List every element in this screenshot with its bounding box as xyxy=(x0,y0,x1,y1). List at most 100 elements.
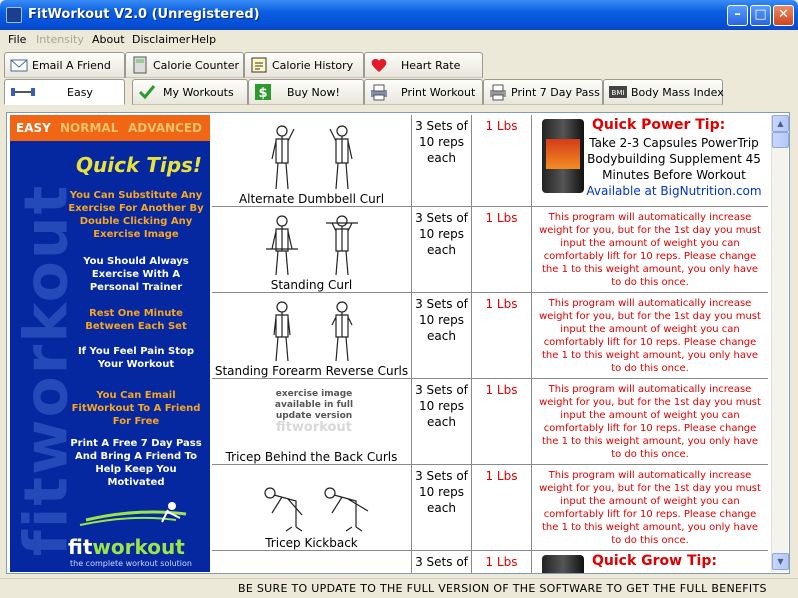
power-tip-promo[interactable]: Quick Power Tip: Take 2-3 Capsules Power… xyxy=(532,115,768,206)
exercise-name: Tricep Kickback xyxy=(265,536,358,550)
level-advanced[interactable]: ADVANCED xyxy=(128,121,202,135)
weight-value[interactable]: 1 Lbs xyxy=(472,551,532,573)
tab-calorie-counter[interactable]: Calorie Counter xyxy=(125,52,244,78)
promo-title: Quick Grow Tip: xyxy=(592,553,717,569)
supplement-bottle-image xyxy=(542,555,584,573)
tips-sidebar: EASY NORMAL ADVANCED fitworkout Quick Ti… xyxy=(10,115,210,572)
exercise-image[interactable] xyxy=(242,121,382,191)
status-message: BE SURE TO UPDATE TO THE FULL VERSION OF… xyxy=(238,582,767,595)
tip-rest: Rest One Minute Between Each Set xyxy=(85,308,187,332)
weight-note-cell: This program will automatically increase… xyxy=(532,207,768,292)
weight-note-cell: This program will automatically increase… xyxy=(532,465,768,550)
exercise-image[interactable] xyxy=(242,471,382,533)
envelope-icon xyxy=(10,59,28,72)
exercise-cell[interactable]: Standing Forearm Reverse Curls xyxy=(212,293,412,378)
fitworkout-logo: fitworkout xyxy=(68,535,185,559)
exercise-cell[interactable]: Tricep Kickback xyxy=(212,465,412,550)
tab-label: Body Mass Index xyxy=(631,86,724,99)
grow-tip-promo[interactable]: Quick Grow Tip: xyxy=(532,551,768,573)
promo-title: Quick Power Tip: xyxy=(592,117,726,133)
tab-label: Easy xyxy=(67,86,93,99)
tip-substitute: You Can Substitute Any Exercise For Anot… xyxy=(68,190,204,240)
heart-icon xyxy=(371,58,387,72)
status-bar: BE SURE TO UPDATE TO THE FULL VERSION OF… xyxy=(0,578,798,598)
tip-pain: If You Feel Pain Stop Your Workout xyxy=(77,346,195,370)
tab-my-workouts[interactable]: My Workouts xyxy=(132,79,248,105)
dumbbell-icon xyxy=(11,88,35,96)
scroll-down-button[interactable]: ▼ xyxy=(772,553,789,570)
promo-link[interactable]: Available at BigNutrition.com xyxy=(586,184,761,198)
logo-workout: workout xyxy=(92,535,185,559)
tab-label: Heart Rate xyxy=(401,59,461,72)
window-title: FitWorkout V2.0 (Unregistered) xyxy=(28,7,260,22)
level-easy[interactable]: EASY xyxy=(16,121,51,135)
tab-label: Print Workout xyxy=(401,86,476,99)
maximize-button[interactable]: □ xyxy=(750,5,771,26)
exercise-cell[interactable]: exercise image available in full update … xyxy=(212,379,412,464)
tab-print-7-day-pass[interactable]: Print 7 Day Pass xyxy=(483,79,603,105)
weight-value[interactable]: 1 Lbs xyxy=(472,465,532,550)
tip-email: You Can Email FitWorkout To A Friend For… xyxy=(71,390,201,427)
menu-about[interactable]: About xyxy=(92,33,125,46)
tips-title: Quick Tips! xyxy=(76,153,203,177)
exercise-image[interactable] xyxy=(242,213,382,275)
vertical-scrollbar[interactable]: ▲ ▼ xyxy=(771,115,789,572)
app-icon xyxy=(6,7,22,23)
menu-intensity[interactable]: Intensity xyxy=(36,33,84,46)
tab-easy[interactable]: Easy xyxy=(4,79,125,105)
exercise-image[interactable] xyxy=(242,299,382,361)
tab-label: Buy Now! xyxy=(287,86,340,99)
logo-tagline: the complete workout solution xyxy=(70,559,192,568)
printer-pass-icon xyxy=(490,84,506,101)
level-normal[interactable]: NORMAL xyxy=(60,121,118,135)
workout-panel: EASY NORMAL ADVANCED fitworkout Quick Ti… xyxy=(6,112,790,574)
weight-note: This program will automatically increase… xyxy=(539,384,761,460)
exercise-name: Tricep Behind the Back Curls xyxy=(225,450,398,464)
tip-trainer: You Should Always Exercise With A Person… xyxy=(83,256,189,293)
tab-buy-now[interactable]: $ Buy Now! xyxy=(248,79,364,105)
tab-body-mass-index[interactable]: BMI Body Mass Index xyxy=(603,79,724,105)
weight-note: This program will automatically increase… xyxy=(539,298,761,374)
exercise-cell[interactable] xyxy=(212,551,412,573)
tab-label: My Workouts xyxy=(163,86,234,99)
printer-icon xyxy=(371,84,387,101)
weight-note-cell: This program will automatically increase… xyxy=(532,379,768,464)
intensity-levels: EASY NORMAL ADVANCED xyxy=(10,115,210,141)
menu-disclaimer[interactable]: Disclaimer xyxy=(132,33,190,46)
weight-value[interactable]: 1 Lbs xyxy=(472,379,532,464)
exercise-cell[interactable]: Alternate Dumbbell Curl xyxy=(212,115,412,206)
promo-text: Take 2-3 Capsules PowerTrip Bodybuilding… xyxy=(587,136,761,182)
table-row: 3 Sets of 1 Lbs Quick Grow Tip: xyxy=(212,551,768,573)
weight-value[interactable]: 1 Lbs xyxy=(472,293,532,378)
table-row: exercise image available in full update … xyxy=(212,379,768,465)
supplement-bottle-image xyxy=(542,119,584,193)
scroll-thumb[interactable] xyxy=(772,132,789,148)
table-row: Standing Forearm Reverse Curls 3 Sets of… xyxy=(212,293,768,379)
placeholder-text: exercise image available in full update … xyxy=(274,389,354,421)
tab-heart-rate[interactable]: Heart Rate xyxy=(364,52,483,78)
tab-calorie-history[interactable]: Calorie History xyxy=(244,52,364,78)
exercise-cell[interactable]: Standing Curl xyxy=(212,207,412,292)
promo-body: Take 2-3 Capsules PowerTrip Bodybuilding… xyxy=(582,135,766,199)
weight-value[interactable]: 1 Lbs xyxy=(472,207,532,292)
logo-fit: fit xyxy=(68,535,93,559)
scroll-up-button[interactable]: ▲ xyxy=(772,115,789,132)
title-bar[interactable]: FitWorkout V2.0 (Unregistered) – □ ✕ xyxy=(0,0,798,30)
exercise-image-placeholder[interactable]: exercise image available in full update … xyxy=(274,389,354,434)
table-row: Alternate Dumbbell Curl 3 Sets of 10 rep… xyxy=(212,115,768,207)
exercise-name: Standing Curl xyxy=(270,278,353,292)
weight-value[interactable]: 1 Lbs xyxy=(472,115,532,206)
tab-email-a-friend[interactable]: Email A Friend xyxy=(4,52,125,78)
menu-file[interactable]: File xyxy=(8,33,26,46)
close-button[interactable]: ✕ xyxy=(773,5,794,26)
tab-print-workout[interactable]: Print Workout xyxy=(364,79,483,105)
minimize-button[interactable]: – xyxy=(727,5,748,26)
tab-label: Print 7 Day Pass xyxy=(511,86,600,99)
calculator-icon xyxy=(133,56,147,74)
menu-help[interactable]: Help xyxy=(191,33,216,46)
sets-reps: 3 Sets of 10 reps each xyxy=(412,293,472,378)
checkmark-icon xyxy=(138,85,156,100)
tab-label: Email A Friend xyxy=(32,59,111,72)
maximize-icon: □ xyxy=(754,7,767,22)
sets-reps: 3 Sets of 10 reps each xyxy=(412,465,472,550)
